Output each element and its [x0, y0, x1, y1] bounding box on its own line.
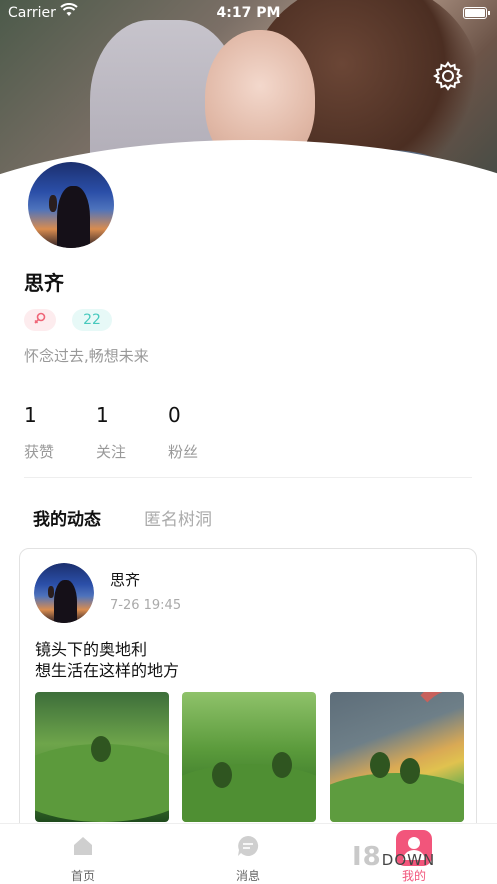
stat-likes[interactable]: 1 获赞 — [24, 403, 54, 462]
post-author-avatar[interactable] — [34, 563, 94, 623]
post-author-name[interactable]: 思齐 — [110, 569, 140, 590]
watermark-suffix: DOWN — [381, 851, 436, 869]
stat-label: 获赞 — [24, 443, 55, 461]
avatar-silhouette — [54, 579, 78, 623]
nav-label: 首页 — [70, 869, 95, 883]
gender-badge — [24, 309, 56, 331]
message-icon — [236, 834, 260, 858]
photo-tree — [91, 736, 111, 762]
nav-label: 消息 — [235, 869, 260, 883]
avatar-silhouette — [57, 186, 90, 248]
status-bar: Carrier 4:17 PM — [0, 0, 497, 26]
nav-messages[interactable]: 消息 — [198, 824, 298, 884]
age-badge: 22 — [72, 309, 112, 331]
profile-name: 思齐 — [24, 271, 64, 295]
stat-followers[interactable]: 0 粉丝 — [168, 403, 198, 462]
stat-value: 1 — [24, 403, 37, 427]
stat-label: 关注 — [96, 443, 127, 461]
post-photo[interactable] — [182, 692, 316, 822]
home-icon — [71, 834, 95, 858]
photo-hill — [182, 763, 316, 822]
photo-tree — [400, 758, 420, 784]
post-time: 7-26 19:45 — [110, 598, 182, 613]
photo-tree — [370, 752, 390, 778]
nav-home[interactable]: 首页 — [33, 824, 133, 884]
avatar-image — [28, 162, 114, 248]
photo-tree — [212, 762, 232, 788]
post-text: 镜头下的奥地利 想生活在这样的地方 — [35, 640, 180, 680]
photo-hill — [330, 772, 464, 822]
post-card[interactable]: 思齐 7-26 19:45 镜头下的奥地利 想生活在这样的地方 — [19, 548, 477, 848]
stat-following[interactable]: 1 关注 — [96, 403, 126, 462]
tab-my-posts[interactable]: 我的动态 — [33, 505, 101, 530]
photo-tree — [272, 752, 292, 778]
watermark: I8DOWN — [352, 842, 435, 872]
watermark-text: I8 — [352, 842, 382, 872]
avatar-hand — [48, 194, 58, 212]
clock: 4:17 PM — [216, 5, 281, 21]
post-photo[interactable] — [330, 692, 464, 822]
battery-icon — [463, 7, 490, 19]
settings-gear-icon[interactable] — [432, 60, 464, 92]
stat-label: 粉丝 — [168, 443, 199, 461]
avatar-hand — [48, 585, 55, 598]
profile-bio: 怀念过去,畅想未来 — [24, 347, 149, 365]
stat-value: 0 — [168, 403, 181, 427]
stat-value: 1 — [96, 403, 109, 427]
profile-avatar[interactable] — [24, 158, 118, 252]
post-photo[interactable] — [35, 692, 169, 822]
female-icon — [33, 311, 47, 329]
avatar-image — [34, 563, 94, 623]
divider — [24, 477, 472, 478]
tab-anonymous-treehole[interactable]: 匿名树洞 — [144, 505, 212, 530]
